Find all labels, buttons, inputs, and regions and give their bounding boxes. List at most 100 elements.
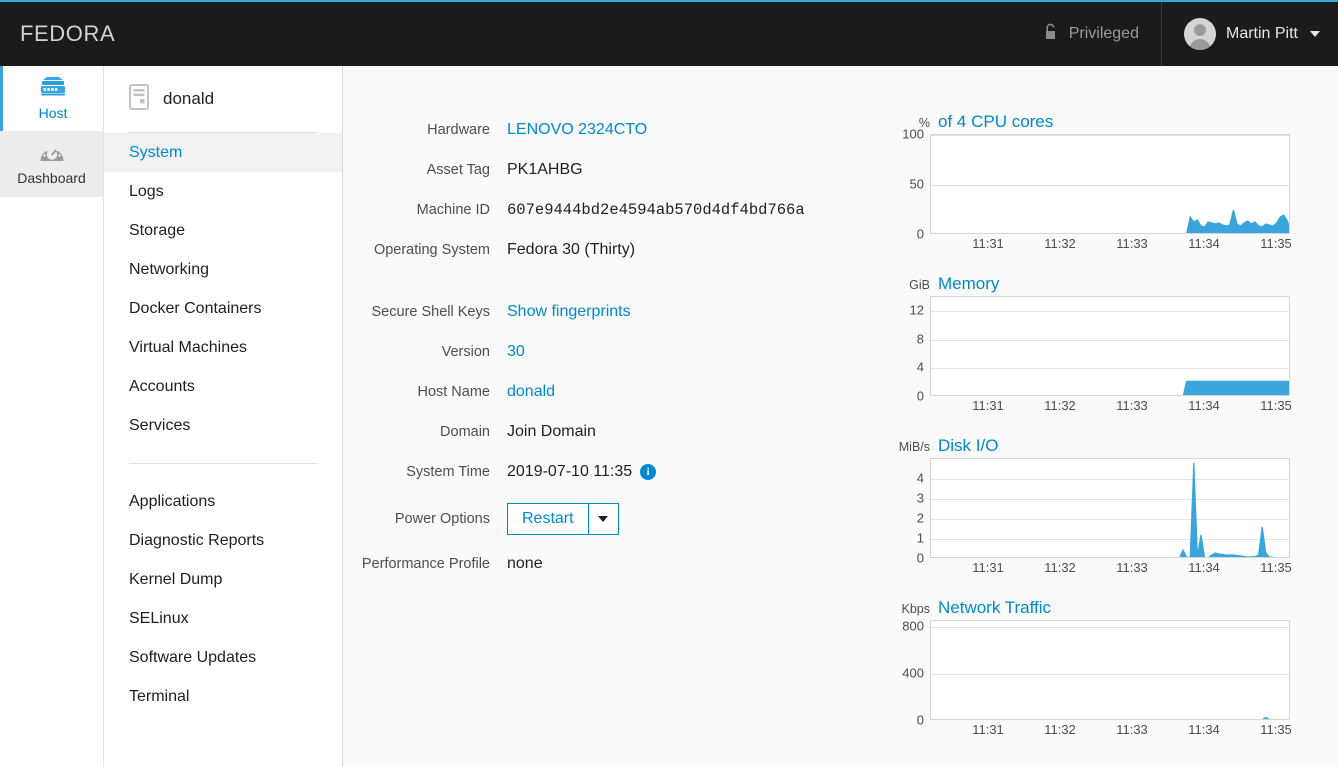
detail-label: Domain — [344, 424, 507, 440]
chart-x-axis: 11:3111:3211:3311:3411:35 — [890, 396, 1338, 416]
hardware-link[interactable]: LENOVO 2324CTO — [507, 121, 647, 139]
chart-x-tick: 11:35 — [1260, 560, 1292, 575]
power-options-dropdown-toggle[interactable] — [589, 503, 619, 535]
detail-row-ssh-keys: Secure Shell Keys Show fingerprints — [344, 303, 884, 321]
detail-row-asset-tag: Asset Tag PK1AHBG — [344, 161, 884, 179]
chart-unit-label: Kbps — [890, 602, 930, 616]
chart-plot-area[interactable] — [930, 458, 1290, 558]
join-domain-value[interactable]: Join Domain — [507, 423, 596, 441]
server-rack-icon — [39, 76, 67, 101]
host-name-link[interactable]: donald — [507, 383, 555, 401]
chart-y-tick: 2 — [917, 511, 924, 526]
chart-x-tick: 11:32 — [1044, 236, 1076, 251]
detail-row-operating-system: Operating System Fedora 30 (Thirty) — [344, 241, 884, 259]
chart-y-tick: 4 — [917, 360, 924, 375]
avatar-icon — [1184, 18, 1216, 50]
nav-item-accounts[interactable]: Accounts — [104, 367, 342, 406]
chart-plot-area[interactable] — [930, 620, 1290, 720]
chart-unit-label: GiB — [890, 278, 930, 292]
chart-x-tick: 11:35 — [1260, 722, 1292, 737]
detail-label: Hardware — [344, 122, 507, 138]
nav-item-terminal[interactable]: Terminal — [104, 677, 342, 716]
chart-series-area — [931, 135, 1290, 234]
power-options-group: Restart — [507, 503, 619, 535]
nav-item-label: System — [129, 144, 182, 162]
nav-item-label: Logs — [129, 183, 164, 201]
chart-x-tick: 11:33 — [1116, 722, 1148, 737]
chart-title[interactable]: Disk I/O — [938, 436, 998, 456]
nav-item-virtual-machines[interactable]: Virtual Machines — [104, 328, 342, 367]
nav-item-label: Networking — [129, 261, 209, 279]
nav-item-label: Storage — [129, 222, 185, 240]
chart-x-tick: 11:33 — [1116, 560, 1148, 575]
chart-x-tick: 11:33 — [1116, 236, 1148, 251]
chart-plot-area[interactable] — [930, 296, 1290, 396]
brand-logo: FEDORA — [20, 21, 115, 47]
chart-y-axis: 0400800 — [890, 620, 930, 720]
chart-series-area — [931, 621, 1290, 720]
nav-item-docker-containers[interactable]: Docker Containers — [104, 289, 342, 328]
chart-title[interactable]: of 4 CPU cores — [938, 112, 1053, 132]
detail-label: Operating System — [344, 242, 507, 258]
chart-y-tick: 8 — [917, 331, 924, 346]
detail-row-machine-id: Machine ID 607e9444bd2e4594ab570d4df4bd7… — [344, 201, 884, 219]
chart-memory: GiBMemory0481211:3111:3211:3311:3411:35 — [890, 274, 1338, 416]
detail-label: Version — [344, 344, 507, 360]
gauge-icon — [39, 143, 65, 166]
user-name-label: Martin Pitt — [1226, 25, 1298, 43]
nav-item-system[interactable]: System — [104, 133, 342, 172]
privileged-indicator[interactable]: Privileged — [1022, 2, 1161, 66]
detail-row-system-time: System Time 2019-07-10 11:35 i — [344, 463, 884, 481]
version-link[interactable]: 30 — [507, 343, 525, 361]
nav-item-storage[interactable]: Storage — [104, 211, 342, 250]
detail-label: System Time — [344, 464, 507, 480]
nav-spacer-2 — [104, 464, 342, 482]
detail-row-host-name: Host Name donald — [344, 383, 884, 401]
restart-button[interactable]: Restart — [507, 503, 589, 535]
chart-y-tick: 1 — [917, 531, 924, 546]
nav-item-networking[interactable]: Networking — [104, 250, 342, 289]
chart-x-tick: 11:34 — [1188, 722, 1220, 737]
nav-host-selector[interactable]: donald — [104, 66, 342, 132]
performance-profile-value[interactable]: none — [507, 555, 543, 573]
nav-item-applications[interactable]: Applications — [104, 482, 342, 521]
chart-x-axis: 11:3111:3211:3311:3411:35 — [890, 720, 1338, 740]
sidebar-item-dashboard-label: Dashboard — [17, 170, 86, 186]
detail-label: Power Options — [344, 511, 507, 527]
chart-title[interactable]: Memory — [938, 274, 999, 294]
topbar-right-group: Privileged Martin Pitt — [1022, 2, 1338, 66]
system-details-list: Hardware LENOVO 2324CTO Asset Tag PK1AHB… — [344, 121, 884, 595]
user-menu[interactable]: Martin Pitt — [1161, 2, 1338, 66]
asset-tag-value: PK1AHBG — [507, 161, 583, 179]
show-fingerprints-link[interactable]: Show fingerprints — [507, 303, 631, 321]
detail-row-version: Version 30 — [344, 343, 884, 361]
sidebar-item-dashboard[interactable]: Dashboard — [0, 131, 103, 197]
chart-x-tick: 11:31 — [972, 722, 1004, 737]
system-time-group: 2019-07-10 11:35 i — [507, 463, 656, 481]
nav-item-software-updates[interactable]: Software Updates — [104, 638, 342, 677]
chart-title[interactable]: Network Traffic — [938, 598, 1051, 618]
chart-x-tick: 11:34 — [1188, 236, 1220, 251]
chart-of-4-cpu-cores: %of 4 CPU cores05010011:3111:3211:3311:3… — [890, 112, 1338, 254]
chart-y-axis: 050100 — [890, 134, 930, 234]
detail-label: Host Name — [344, 384, 507, 400]
nav-item-logs[interactable]: Logs — [104, 172, 342, 211]
nav-item-diagnostic-reports[interactable]: Diagnostic Reports — [104, 521, 342, 560]
detail-label: Machine ID — [344, 202, 507, 218]
info-icon[interactable]: i — [640, 464, 656, 480]
chart-x-tick: 11:31 — [972, 560, 1004, 575]
top-bar: FEDORA Privileged Martin Pitt — [0, 0, 1338, 66]
detail-label: Secure Shell Keys — [344, 304, 507, 320]
chart-plot-area[interactable] — [930, 134, 1290, 234]
chart-unit-label: MiB/s — [890, 440, 930, 454]
detail-label: Performance Profile — [344, 556, 507, 572]
nav-item-services[interactable]: Services — [104, 406, 342, 445]
system-time-link[interactable]: 2019-07-10 11:35 — [507, 463, 632, 480]
nav-item-label: Virtual Machines — [129, 339, 247, 357]
nav-item-selinux[interactable]: SELinux — [104, 599, 342, 638]
sidebar-item-host[interactable]: Host — [0, 66, 103, 131]
nav-item-kernel-dump[interactable]: Kernel Dump — [104, 560, 342, 599]
content-area: Hardware LENOVO 2324CTO Asset Tag PK1AHB… — [344, 66, 1338, 767]
chart-y-tick: 4 — [917, 471, 924, 486]
detail-row-performance-profile: Performance Profile none — [344, 555, 884, 573]
